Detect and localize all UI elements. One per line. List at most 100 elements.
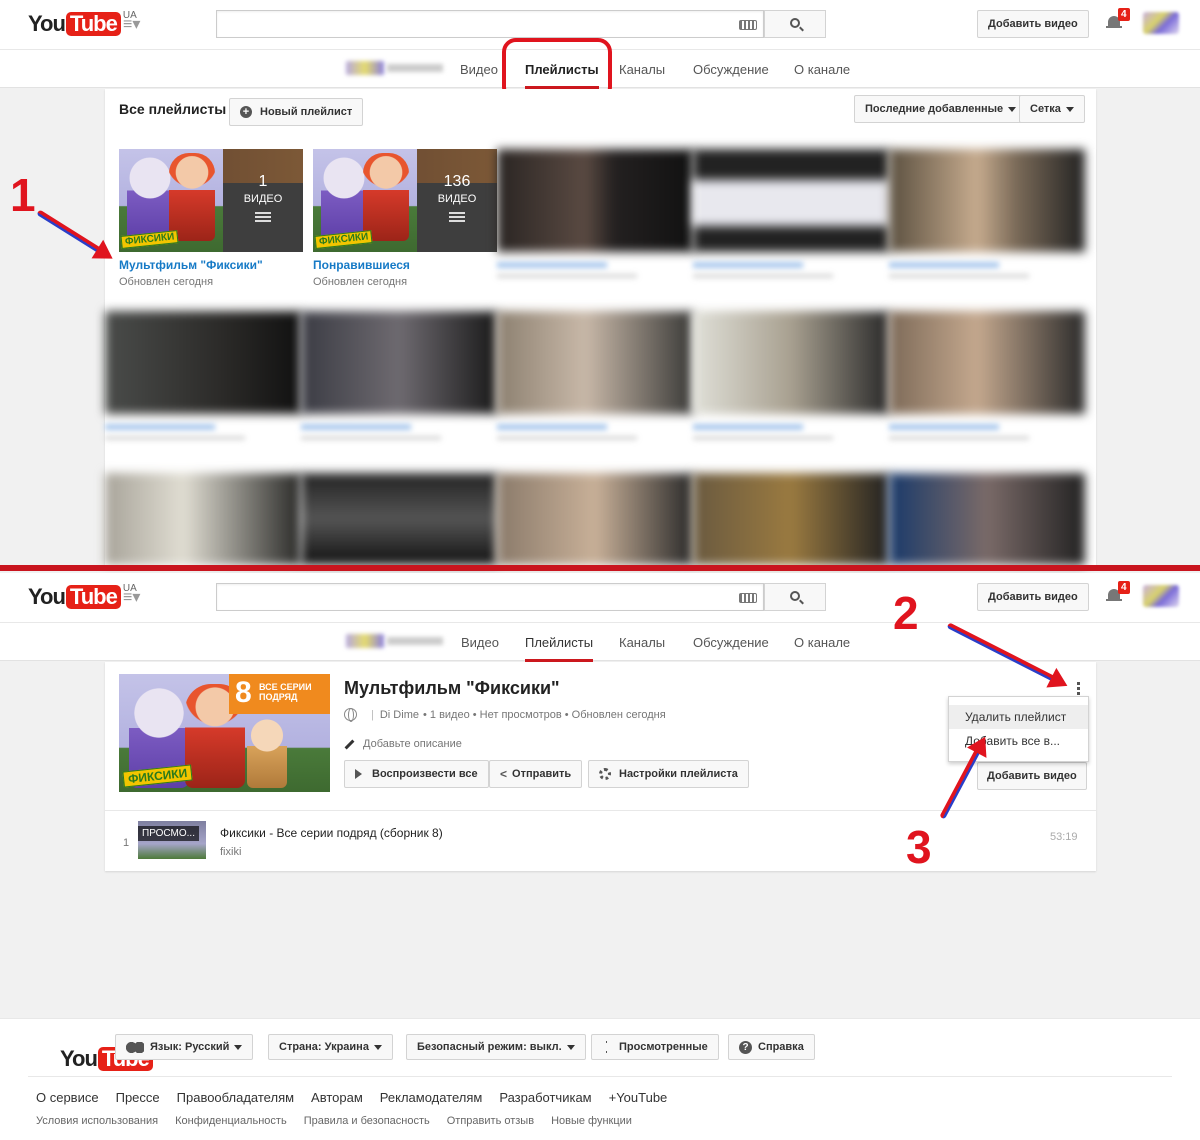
- footer-link-developers[interactable]: Разработчикам: [499, 1090, 591, 1105]
- sort-dropdown[interactable]: Последние добавленные: [854, 95, 1028, 123]
- avatar[interactable]: [1143, 12, 1179, 34]
- tab-videos[interactable]: Видео: [460, 62, 498, 77]
- footer-link-policy[interactable]: Правила и безопасность: [304, 1115, 430, 1127]
- search-button[interactable]: [764, 583, 826, 611]
- upload-button[interactable]: Добавить видео: [977, 583, 1089, 611]
- search-input[interactable]: [216, 583, 764, 611]
- menu-item-delete-playlist[interactable]: Удалить плейлист: [949, 705, 1088, 729]
- play-all-button[interactable]: Воспроизвести все: [344, 760, 489, 788]
- blurred-playlist-tile[interactable]: [497, 149, 693, 278]
- footer-link-press[interactable]: Прессе: [116, 1090, 160, 1105]
- blurred-playlist-tile[interactable]: [693, 149, 889, 278]
- footer-link-terms[interactable]: Условия использования: [36, 1115, 158, 1127]
- playlist-thumbnail[interactable]: 8 ВСЕ СЕРИИ ПОДРЯД ФИКСИКИ: [119, 674, 330, 792]
- search-icon: [790, 591, 800, 601]
- playlist-thumbnail[interactable]: ФИКСИКИ 1 ВИДЕО: [119, 149, 303, 252]
- add-video-button[interactable]: Добавить видео: [977, 762, 1087, 790]
- thumb-number: 8: [235, 676, 252, 709]
- footer-sublinks: Условия использования Конфиденциальность…: [36, 1115, 632, 1127]
- footer-link-plus-youtube[interactable]: +YouTube: [609, 1090, 668, 1105]
- guide-menu-icon[interactable]: ≡▾: [123, 17, 140, 33]
- logo-you: You: [28, 584, 66, 609]
- video-title[interactable]: Фиксики - Все серии подряд (сборник 8): [220, 826, 443, 840]
- play-icon: [355, 769, 362, 779]
- video-channel[interactable]: fixiki: [220, 846, 241, 858]
- search-button[interactable]: [764, 10, 826, 38]
- playlist-owner[interactable]: Di Dime: [380, 709, 419, 721]
- globe-icon[interactable]: [344, 708, 357, 722]
- footer-link-about[interactable]: О сервисе: [36, 1090, 99, 1105]
- blurred-playlist-tile[interactable]: [105, 311, 301, 440]
- channel-avatar[interactable]: [346, 634, 384, 648]
- blurred-playlist-tile[interactable]: [301, 473, 497, 565]
- play-all-label: Воспроизвести все: [372, 768, 478, 780]
- video-count-label: ВИДЕО: [243, 193, 283, 205]
- keyboard-icon[interactable]: [739, 20, 757, 30]
- blurred-playlist-tile[interactable]: [301, 311, 497, 440]
- plus-icon: +: [240, 106, 252, 118]
- blurred-playlist-tile[interactable]: [693, 311, 889, 440]
- channel-avatar[interactable]: [346, 61, 384, 75]
- safety-mode-button[interactable]: Безопасный режим: выкл.: [406, 1034, 586, 1060]
- table-row[interactable]: 1 ПРОСМО... Фиксики - Все серии подряд (…: [105, 810, 1097, 868]
- playlist-title[interactable]: Мультфильм "Фиксики": [119, 258, 303, 272]
- playlist-updated: Обновлен сегодня: [313, 276, 408, 288]
- view-dropdown[interactable]: Сетка: [1019, 95, 1085, 123]
- search-input[interactable]: [216, 10, 764, 38]
- language-button[interactable]: Язык: Русский: [115, 1034, 254, 1060]
- chevron-down-icon: [1065, 106, 1074, 112]
- logo-you: You: [28, 11, 66, 36]
- playlist-icon: [255, 212, 271, 223]
- avatar[interactable]: [1143, 585, 1179, 607]
- footer-link-advertise[interactable]: Рекламодателям: [380, 1090, 483, 1105]
- blurred-playlist-tile[interactable]: [497, 311, 693, 440]
- tab-playlists[interactable]: Плейлисты: [525, 635, 594, 662]
- playlist-updated: Обновлен сегодня: [119, 276, 214, 288]
- playlist-tile[interactable]: ФИКСИКИ 136 ВИДЕО Понравившиеся Обновлен…: [313, 149, 497, 288]
- share-button[interactable]: < Отправить: [489, 760, 583, 788]
- blurred-playlist-tile[interactable]: [105, 473, 301, 565]
- pencil-icon: [344, 739, 355, 749]
- tab-about[interactable]: О канале: [794, 635, 850, 650]
- tab-discussion[interactable]: Обсуждение: [693, 635, 769, 650]
- blurred-playlist-tile[interactable]: [889, 149, 1085, 278]
- more-actions-icon[interactable]: [1077, 682, 1080, 695]
- guide-menu-icon[interactable]: ≡▾: [123, 590, 140, 606]
- blurred-playlist-tile[interactable]: [889, 473, 1085, 565]
- footer-link-privacy[interactable]: Конфиденциальность: [175, 1115, 287, 1127]
- blurred-playlist-tile[interactable]: [693, 473, 889, 565]
- playlist-tile[interactable]: ФИКСИКИ 1 ВИДЕО Мультфильм "Фиксики" Обн…: [119, 149, 303, 288]
- tab-videos[interactable]: Видео: [461, 635, 499, 650]
- add-description[interactable]: Добавьте описание: [344, 738, 462, 750]
- safety-mode-label: Безопасный режим: выкл.: [417, 1041, 562, 1053]
- playlist-settings-button[interactable]: Настройки плейлиста: [588, 760, 749, 788]
- tab-discussion[interactable]: Обсуждение: [693, 62, 769, 77]
- channel-name[interactable]: [387, 637, 443, 645]
- tab-channels[interactable]: Каналы: [619, 635, 665, 650]
- upload-button[interactable]: Добавить видео: [977, 10, 1089, 38]
- footer-link-copyright[interactable]: Правообладателям: [177, 1090, 294, 1105]
- youtube-logo[interactable]: You Tube UA: [28, 10, 137, 36]
- country-label: Страна: Украина: [279, 1041, 369, 1053]
- video-thumbnail[interactable]: ПРОСМО...: [138, 821, 206, 859]
- help-button[interactable]: ? Справка: [728, 1034, 815, 1060]
- playlist-thumbnail[interactable]: ФИКСИКИ 136 ВИДЕО: [313, 149, 497, 252]
- new-playlist-button[interactable]: + Новый плейлист: [229, 98, 364, 126]
- playlist-detail-panel: 8 ВСЕ СЕРИИ ПОДРЯД ФИКСИКИ Мультфильм "Ф…: [105, 662, 1097, 871]
- footer-link-feedback[interactable]: Отправить отзыв: [447, 1115, 534, 1127]
- chevron-down-icon: [373, 1044, 382, 1050]
- channel-name[interactable]: [387, 64, 443, 72]
- keyboard-icon[interactable]: [739, 593, 757, 603]
- blurred-playlist-tile[interactable]: [497, 473, 693, 565]
- playlist-title[interactable]: Понравившиеся: [313, 258, 497, 272]
- history-button[interactable]: Просмотренные: [591, 1034, 719, 1060]
- youtube-logo[interactable]: You Tube UA: [28, 583, 137, 609]
- footer-link-creators[interactable]: Авторам: [311, 1090, 363, 1105]
- language-icon: [126, 1041, 144, 1053]
- footer-link-new-features[interactable]: Новые функции: [551, 1115, 632, 1127]
- blurred-playlist-tile[interactable]: [889, 311, 1085, 440]
- tab-channels[interactable]: Каналы: [619, 62, 665, 77]
- tab-about[interactable]: О канале: [794, 62, 850, 77]
- country-button[interactable]: Страна: Украина: [268, 1034, 393, 1060]
- gear-icon: [599, 768, 611, 780]
